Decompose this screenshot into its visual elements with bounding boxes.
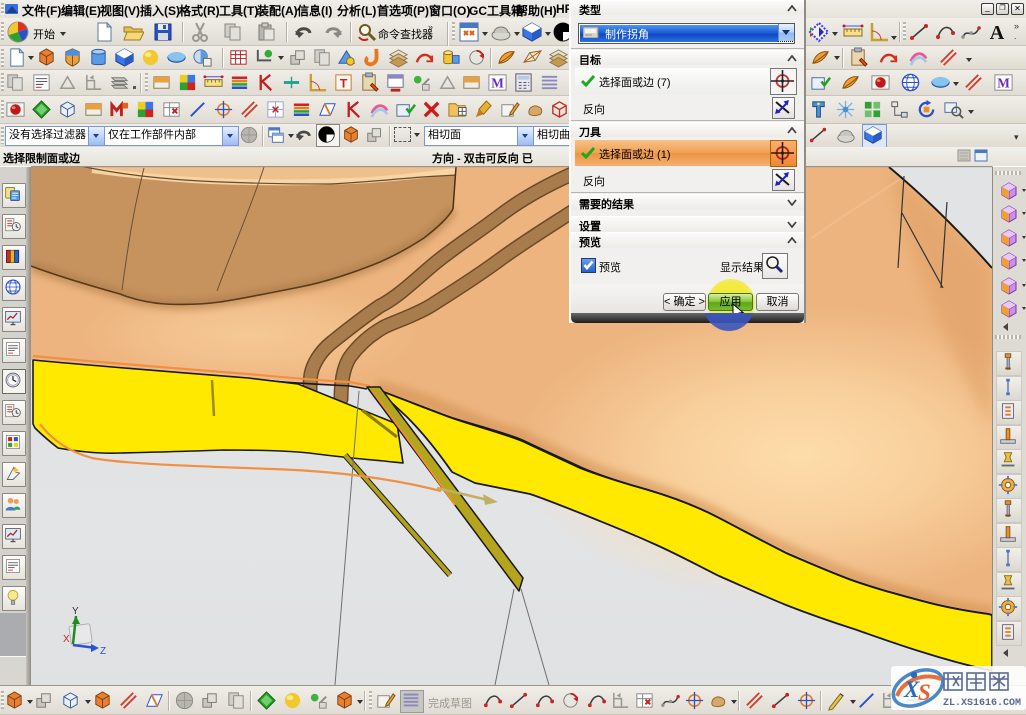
- svg-text:X: X: [63, 634, 70, 645]
- svg-text:ZL.XS1616.COM: ZL.XS1616.COM: [943, 698, 1021, 709]
- svg-text:Z: Z: [100, 646, 106, 657]
- svg-text:Y: Y: [72, 606, 79, 617]
- svg-text:S: S: [918, 680, 931, 705]
